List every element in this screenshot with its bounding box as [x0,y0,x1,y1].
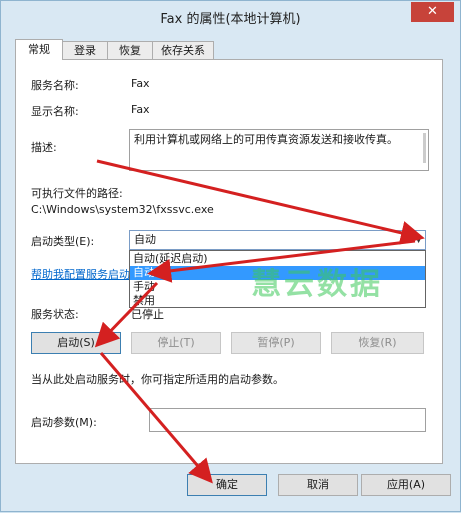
watermark-logo: 慧云数据 [251,267,383,302]
service-status-value: 已停止 [131,308,164,321]
display-name-value: Fax [131,103,150,116]
resume-button[interactable]: 恢复(R) [331,332,424,354]
start-params-input[interactable] [149,408,426,432]
ok-button[interactable]: 确定 [187,474,267,496]
stop-button[interactable]: 停止(T) [131,332,221,354]
startup-type-label: 启动类型(E): [31,235,95,248]
close-button[interactable]: ✕ [411,2,454,22]
start-button[interactable]: 启动(S) [31,332,121,354]
start-params-hint: 当从此处启动服务时，你可指定所适用的启动参数。 [31,373,284,386]
description-label: 描述: [31,141,57,154]
startup-type-value: 自动 [134,233,156,246]
tab-dependencies[interactable]: 依存关系 [152,41,214,59]
tab-general[interactable]: 常规 [15,39,63,60]
window-title: Fax 的属性(本地计算机) [160,12,301,27]
start-params-label: 启动参数(M): [31,416,97,429]
service-name-label: 服务名称: [31,79,79,92]
close-icon: ✕ [427,4,438,19]
description-box[interactable]: 利用计算机或网络上的可用传真资源发送和接收传真。 [129,129,429,171]
properties-dialog: Fax 的属性(本地计算机) ✕ 常规 登录 恢复 依存关系 服务名称: Fax… [0,0,461,512]
description-text: 利用计算机或网络上的可用传真资源发送和接收传真。 [134,133,398,146]
pause-button[interactable]: 暂停(P) [231,332,321,354]
description-scrollbar[interactable] [423,133,426,163]
display-name-label: 显示名称: [31,105,79,118]
help-configure-link[interactable]: 帮助我配置服务启动 [31,266,130,282]
chevron-down-icon[interactable]: ▼ [415,231,422,249]
apply-button[interactable]: 应用(A) [361,474,451,496]
title-bar[interactable]: Fax 的属性(本地计算机) ✕ [1,1,460,31]
tab-recovery[interactable]: 恢复 [107,41,153,59]
service-status-label: 服务状态: [31,308,79,321]
exe-path-value: C:\Windows\system32\fxssvc.exe [31,203,214,216]
startup-type-select[interactable]: 自动 ▼ [129,230,426,250]
exe-path-label: 可执行文件的路径: [31,187,123,200]
tab-logon[interactable]: 登录 [62,41,108,59]
service-name-value: Fax [131,77,150,90]
cancel-button[interactable]: 取消 [278,474,358,496]
